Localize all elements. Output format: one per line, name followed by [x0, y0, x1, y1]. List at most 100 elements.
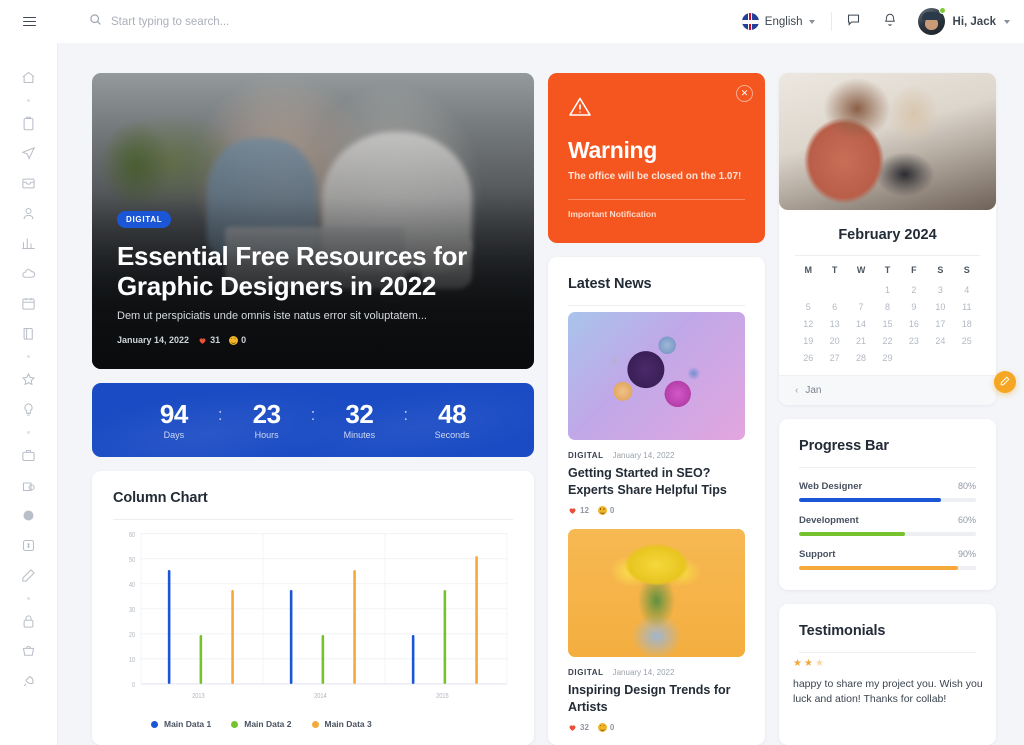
calendar-day[interactable]: 22	[874, 336, 900, 346]
cart-icon	[21, 644, 36, 659]
sidebar-item-cloud[interactable]	[14, 258, 44, 288]
sidebar-item-clipboard[interactable]	[14, 108, 44, 138]
inbox-icon	[21, 176, 36, 191]
calendar-day[interactable]: 21	[848, 336, 874, 346]
sidebar-item-ideas[interactable]	[14, 394, 44, 424]
testimonial-text: happy to share my project you. Wish you …	[793, 678, 983, 706]
topbar-actions: English Hi, Jack	[730, 0, 1024, 43]
calendar-day[interactable]: 26	[795, 353, 821, 363]
sidebar-item-edit[interactable]	[14, 560, 44, 590]
calendar-day[interactable]: 28	[848, 353, 874, 363]
calendar-day[interactable]: 27	[821, 353, 847, 363]
heart-icon	[568, 506, 577, 515]
global-search[interactable]	[58, 13, 730, 31]
calendar-dow: W	[856, 265, 866, 275]
briefcase-icon	[21, 448, 36, 463]
right-column: February 2024 M T W T F S S 1 2 3 4 5 6 7 8 9 10 11 12 13 14…	[779, 73, 996, 745]
calendar-day[interactable]: 13	[821, 319, 847, 329]
calendar-day[interactable]: 4	[954, 285, 980, 295]
sidebar-item-user[interactable]	[14, 198, 44, 228]
divider	[799, 652, 976, 653]
sidebar-item-cart[interactable]	[14, 636, 44, 666]
sidebar-item-billing[interactable]	[14, 530, 44, 560]
legend-item[interactable]: Main Data 3	[311, 719, 372, 729]
heart-icon	[198, 336, 207, 345]
dollar-icon	[21, 538, 36, 553]
legend-item[interactable]: Main Data 2	[231, 719, 292, 729]
sidebar-item-home[interactable]	[14, 62, 44, 92]
news-category: DIGITAL	[568, 451, 604, 460]
calendar-day[interactable]: 20	[821, 336, 847, 346]
messages-button[interactable]	[836, 0, 872, 43]
sidebar-item-favorites[interactable]	[14, 364, 44, 394]
user-menu[interactable]: Hi, Jack	[908, 7, 1010, 35]
calendar-body: February 2024 M T W T F S S 1 2 3 4 5 6 7 8 9 10 11 12 13 14…	[779, 210, 996, 375]
search-input[interactable]	[111, 15, 391, 28]
calendar-day[interactable]: 1	[874, 285, 900, 295]
calendar-day[interactable]: 23	[901, 336, 927, 346]
calendar-day[interactable]: 18	[954, 319, 980, 329]
calendar-day[interactable]: 17	[927, 319, 953, 329]
countdown-value: 48	[438, 398, 467, 429]
close-icon[interactable]: ✕	[736, 85, 753, 102]
news-headline[interactable]: Getting Started in SEO? Experts Share He…	[568, 465, 745, 499]
rating-stars: ★ ★ ★	[793, 659, 991, 669]
sidebar-item-circle[interactable]	[14, 500, 44, 530]
calendar-day[interactable]: 5	[795, 302, 821, 312]
calendar-day[interactable]: 7	[848, 302, 874, 312]
legend-item[interactable]: Main Data 1	[151, 719, 211, 729]
sidebar-toggle-button[interactable]	[0, 0, 58, 43]
progress-row: Web Designer 80%	[799, 481, 976, 502]
calendar-day[interactable]: 15	[874, 319, 900, 329]
chevron-left-icon[interactable]: ‹	[795, 385, 798, 396]
list-item[interactable]: DIGITAL January 14, 2022 Getting Started…	[568, 312, 745, 515]
star-icon: ★	[814, 658, 824, 669]
calendar-day[interactable]: 10	[927, 302, 953, 312]
calendar-day[interactable]: 8	[874, 302, 900, 312]
sidebar-item-lock[interactable]	[14, 606, 44, 636]
calendar-day[interactable]: 2	[901, 285, 927, 295]
news-headline[interactable]: Inspiring Design Trends for Artists	[568, 682, 745, 716]
news-thumbnail	[568, 312, 745, 440]
legend-swatch	[151, 720, 158, 728]
sidebar-item-inbox[interactable]	[14, 168, 44, 198]
svg-text:50: 50	[129, 556, 135, 564]
calendar-day[interactable]: 11	[954, 302, 980, 312]
calendar-day[interactable]: 9	[901, 302, 927, 312]
calendar-day[interactable]: 12	[795, 319, 821, 329]
column-chart-card: Column Chart 0 10 20 30 40 50 60 2013 2014 2015 M…	[92, 471, 534, 745]
calendar-day[interactable]: 29	[874, 353, 900, 363]
circle-icon	[21, 508, 36, 523]
chevron-down-icon	[808, 19, 815, 24]
calendar-day[interactable]: 16	[901, 319, 927, 329]
calendar-day[interactable]: 14	[848, 319, 874, 329]
edit-fab-button[interactable]	[994, 371, 1016, 393]
legend-swatch	[231, 720, 239, 728]
notifications-button[interactable]	[872, 0, 908, 43]
news-date: January 14, 2022	[612, 451, 675, 460]
calendar-day[interactable]: 24	[927, 336, 953, 346]
middle-column: ✕ Warning The office will be closed on t…	[548, 73, 765, 745]
sidebar-item-briefcase[interactable]	[14, 440, 44, 470]
pen-icon	[21, 568, 36, 583]
sidebar-item-bag[interactable]	[14, 470, 44, 500]
sidebar-item-calendar[interactable]	[14, 288, 44, 318]
sidebar-item-book[interactable]	[14, 318, 44, 348]
calendar-day[interactable]: 25	[954, 336, 980, 346]
sidebar-item-rocket[interactable]	[14, 666, 44, 696]
calendar-day[interactable]: 3	[927, 285, 953, 295]
calendar-icon	[21, 296, 36, 311]
countdown-label: Hours	[254, 430, 279, 441]
chart-legend: Main Data 1 Main Data 2 Main Data 3	[113, 719, 513, 729]
calendar-day[interactable]: 19	[795, 336, 821, 346]
sidebar-item-send[interactable]	[14, 138, 44, 168]
language-selector[interactable]: English	[730, 13, 827, 30]
list-item[interactable]: DIGITAL January 14, 2022 Inspiring Desig…	[568, 528, 745, 732]
calendar-day[interactable]: 6	[821, 302, 847, 312]
prev-month-button[interactable]: Jan	[805, 385, 821, 396]
news-stats: 12 0	[568, 505, 745, 515]
category-badge[interactable]: DIGITAL	[117, 210, 172, 228]
sidebar-item-analytics[interactable]	[14, 228, 44, 258]
comment-value: 0	[609, 722, 615, 732]
featured-article-card[interactable]: DIGITAL Essential Free Resources for Gra…	[92, 73, 534, 369]
